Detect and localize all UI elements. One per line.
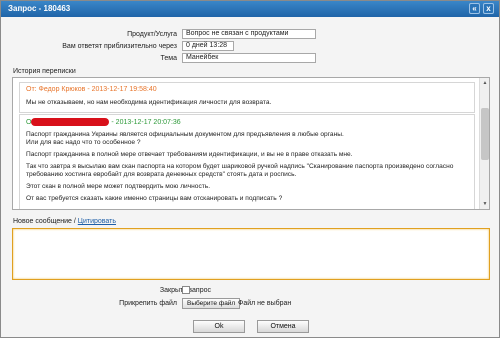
history-scrollbar[interactable]: ▲ ▼ [479, 78, 489, 209]
redaction-mark [31, 118, 110, 126]
message-line: Паспорт гражданина Украины является офиц… [26, 131, 344, 138]
scroll-up-arrow-icon[interactable]: ▲ [481, 79, 489, 87]
subject-field[interactable]: Манейбек [182, 53, 316, 63]
title-bar[interactable]: Запрос - 180463 « x [1, 1, 499, 17]
file-status: Файл не выбран [238, 300, 292, 307]
scroll-down-arrow-icon[interactable]: ▼ [481, 200, 489, 208]
ok-button[interactable]: Ok [193, 320, 245, 333]
subject-label: Тема [160, 55, 177, 62]
message-item: От: Федор Крюков - 2013-12-17 19:58:40 М… [19, 82, 475, 113]
cancel-button[interactable]: Отмена [257, 320, 309, 333]
message-header: От: Федор Крюков - 2013-12-17 19:58:40 [26, 86, 157, 93]
message-line: Или для вас надо что то особенное ? [26, 139, 141, 146]
new-message-textarea[interactable] [12, 228, 490, 280]
window-title: Запрос - 180463 [8, 4, 71, 13]
product-label: Продукт/Услуга [127, 31, 177, 38]
message-item: О - 2013-12-17 20:07:36 Паспорт граждани… [19, 114, 475, 209]
compose-label: Новое сообщение / Цитировать [13, 218, 117, 225]
eta-field: 0 дней 13:28 [182, 41, 234, 51]
message-line: Мы не отказываем, но нам необходима иден… [26, 99, 272, 106]
collapse-icon[interactable]: « [469, 3, 480, 14]
product-field[interactable]: Вопрос не связан с продуктами [182, 29, 316, 39]
quote-link[interactable]: Цитировать [78, 218, 116, 225]
request-dialog: Запрос - 180463 « x Продукт/Услуга Вопро… [0, 0, 500, 338]
scroll-thumb[interactable] [481, 108, 489, 160]
close-request-checkbox[interactable] [182, 286, 190, 294]
message-line: Этот скан в полной мере может подтвердит… [26, 183, 211, 190]
message-line: Так что завтра я высылаю вам скан паспор… [26, 163, 454, 178]
message-header: О - 2013-12-17 20:07:36 [26, 118, 181, 126]
attach-file-label: Прикрепить файл [119, 300, 177, 307]
close-request-label: Закрыть запрос [159, 287, 211, 294]
close-icon[interactable]: x [483, 3, 494, 14]
message-line: От вас требуется сказать какие именно ст… [26, 195, 283, 202]
history-label: История переписки [13, 68, 76, 75]
choose-file-button[interactable]: Выберите файл [182, 298, 241, 309]
message-history[interactable]: От: Федор Крюков - 2013-12-17 19:58:40 М… [12, 77, 490, 210]
message-line: Паспорт гражданина в полной мере отвечае… [26, 151, 353, 158]
eta-label: Вам ответят приблизительно через [62, 43, 177, 50]
